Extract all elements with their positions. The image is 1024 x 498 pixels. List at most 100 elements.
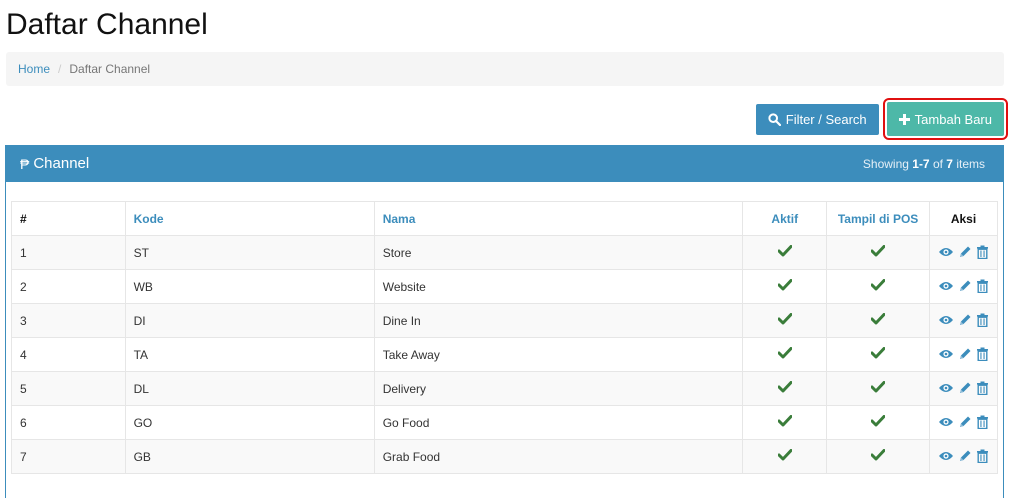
eye-icon[interactable] <box>938 450 954 462</box>
cell-kode: DL <box>124 371 375 406</box>
trash-icon[interactable] <box>976 313 989 327</box>
cell-tampil <box>826 439 930 474</box>
eye-icon[interactable] <box>938 382 954 394</box>
cell-num: 6 <box>11 405 126 440</box>
col-header-kode[interactable]: Kode <box>124 201 375 236</box>
cell-num: 3 <box>11 303 126 338</box>
plus-icon <box>898 113 910 125</box>
breadcrumb-current: Daftar Channel <box>69 62 151 76</box>
cell-aktif <box>742 269 828 304</box>
cell-tampil <box>826 405 930 440</box>
cell-actions <box>929 235 998 270</box>
cell-actions <box>929 303 998 338</box>
cell-num: 4 <box>11 337 126 372</box>
eye-icon[interactable] <box>938 348 954 360</box>
breadcrumb: Home / Daftar Channel <box>6 52 1004 86</box>
cell-tampil <box>826 235 930 270</box>
check-icon <box>777 245 793 260</box>
check-icon <box>870 313 886 328</box>
eye-icon[interactable] <box>938 314 954 326</box>
check-icon <box>870 347 886 362</box>
pencil-icon[interactable] <box>958 313 972 327</box>
eye-icon[interactable] <box>938 280 954 292</box>
table-row: 5 DL Delivery <box>11 371 998 406</box>
table-row: 6 GO Go Food <box>11 405 998 440</box>
col-header-nama[interactable]: Nama <box>373 201 744 236</box>
add-new-button[interactable]: Tambah Baru <box>882 98 1009 140</box>
table-row: 3 DI Dine In <box>11 303 998 338</box>
cell-num: 7 <box>11 439 126 474</box>
panel-title-text: Channel <box>33 155 90 172</box>
cell-actions <box>929 439 998 474</box>
filter-search-label: Filter / Search <box>785 112 867 127</box>
pencil-icon[interactable] <box>958 381 972 395</box>
cell-tampil <box>826 269 930 304</box>
trash-icon[interactable] <box>976 449 989 463</box>
cell-kode: GO <box>124 405 375 440</box>
cell-nama: Website <box>373 269 744 304</box>
check-icon <box>777 415 793 430</box>
pencil-icon[interactable] <box>958 279 972 293</box>
trash-icon[interactable] <box>976 347 989 361</box>
pencil-icon[interactable] <box>958 415 972 429</box>
trash-icon[interactable] <box>976 245 989 259</box>
breadcrumb-separator: / <box>58 62 62 76</box>
trash-icon[interactable] <box>976 279 989 293</box>
cell-num: 1 <box>11 235 126 270</box>
check-icon <box>777 381 793 396</box>
cell-tampil <box>826 337 930 372</box>
table-row: 1 ST Store <box>11 235 998 270</box>
trash-icon[interactable] <box>976 381 989 395</box>
cell-actions <box>929 269 998 304</box>
currency-icon: ₱ <box>20 155 30 172</box>
check-icon <box>870 415 886 430</box>
cell-kode: ST <box>124 235 375 270</box>
panel-header: ₱ Channel Showing 1-7 of 7 items <box>6 145 1003 182</box>
cell-nama: Take Away <box>373 337 744 372</box>
pencil-icon[interactable] <box>958 245 972 259</box>
filter-search-button[interactable]: Filter / Search <box>755 104 879 135</box>
col-header-aksi: Aksi <box>929 201 998 236</box>
check-icon <box>777 279 793 294</box>
col-header-aktif[interactable]: Aktif <box>742 201 828 236</box>
pencil-icon[interactable] <box>958 347 972 361</box>
cell-nama: Store <box>373 235 744 270</box>
col-header-num: # <box>11 201 126 236</box>
cell-aktif <box>742 439 828 474</box>
cell-aktif <box>742 337 828 372</box>
pencil-icon[interactable] <box>958 449 972 463</box>
cell-nama: Dine In <box>373 303 744 338</box>
breadcrumb-home-link[interactable]: Home <box>18 62 50 76</box>
channel-panel: ₱ Channel Showing 1-7 of 7 items # Kode … <box>5 145 1004 498</box>
eye-icon[interactable] <box>938 246 954 258</box>
check-icon <box>777 449 793 464</box>
cell-num: 5 <box>11 371 126 406</box>
cell-aktif <box>742 405 828 440</box>
cell-tampil <box>826 371 930 406</box>
cell-actions <box>929 371 998 406</box>
eye-icon[interactable] <box>938 416 954 428</box>
cell-nama: Grab Food <box>373 439 744 474</box>
col-header-tampil[interactable]: Tampil di POS <box>826 201 930 236</box>
items-summary: Showing 1-7 of 7 items <box>862 156 985 171</box>
cell-nama: Go Food <box>373 405 744 440</box>
cell-actions <box>929 405 998 440</box>
cell-nama: Delivery <box>373 371 744 406</box>
cell-kode: GB <box>124 439 375 474</box>
channel-table: # Kode Nama Aktif Tampil di POS Aksi 1 S… <box>11 201 998 474</box>
cell-aktif <box>742 371 828 406</box>
cell-actions <box>929 337 998 372</box>
table-row: 7 GB Grab Food <box>11 439 998 474</box>
check-icon <box>870 381 886 396</box>
table-row: 4 TA Take Away <box>11 337 998 372</box>
table-header-row: # Kode Nama Aktif Tampil di POS Aksi <box>11 201 998 236</box>
check-icon <box>777 347 793 362</box>
cell-kode: DI <box>124 303 375 338</box>
page-title: Daftar Channel <box>6 8 208 41</box>
cell-tampil <box>826 303 930 338</box>
trash-icon[interactable] <box>976 415 989 429</box>
toolbar: Filter / Search Tambah Baru <box>755 98 1009 140</box>
cell-num: 2 <box>11 269 126 304</box>
add-new-label: Tambah Baru <box>914 111 992 127</box>
check-icon <box>870 245 886 260</box>
